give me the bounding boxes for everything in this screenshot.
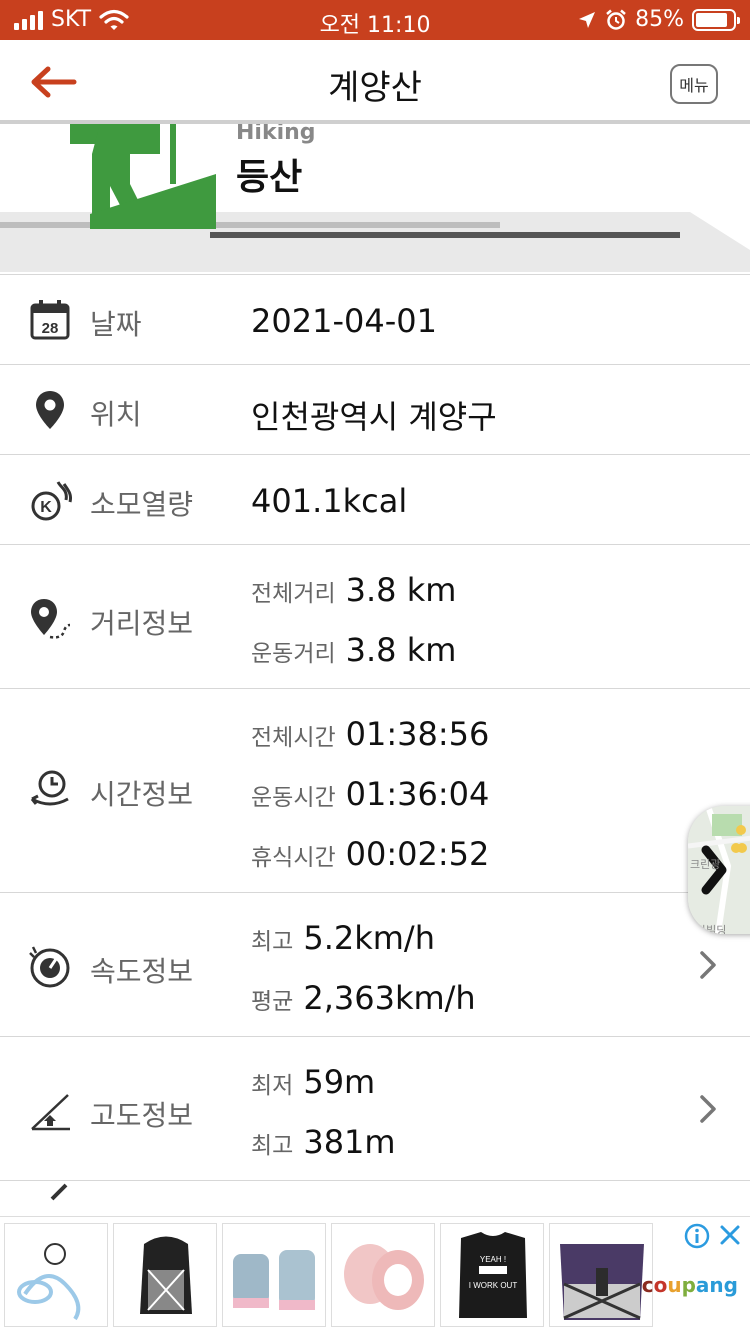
- date-value: 2021-04-01: [251, 302, 437, 340]
- alarm-icon: [606, 9, 626, 30]
- location-arrow-icon: [579, 11, 596, 28]
- svg-text:28: 28: [42, 320, 59, 337]
- hiker-icon: [70, 124, 216, 229]
- min-altitude: 최저 59m: [251, 1063, 375, 1101]
- partial-row-icon: [50, 1183, 68, 1201]
- avg-speed: 평균 2,363km/h: [251, 979, 476, 1017]
- calories-label: 소모열량: [90, 488, 194, 521]
- chevron-right-icon[interactable]: [696, 947, 720, 983]
- rest-time-key: 휴식시간: [251, 845, 336, 871]
- location-pin-icon: [36, 391, 64, 429]
- svg-text:K: K: [40, 499, 52, 516]
- speed-row[interactable]: 속도정보 최고 5.2km/h 평균 2,363km/h: [0, 892, 750, 1036]
- exercise-distance-key: 운동거리: [251, 641, 336, 667]
- info-list: 28 날짜 2021-04-01 위치 인천광역시 계양구 K 소모열량 401…: [0, 274, 750, 1220]
- time-row: 시간정보 전체시간 01:38:56 운동시간 01:36:04 휴식시간 00…: [0, 688, 750, 892]
- page-title: 계양산: [328, 68, 422, 108]
- date-row: 28 날짜 2021-04-01: [0, 274, 750, 364]
- rest-time: 휴식시간 00:02:52: [251, 835, 489, 873]
- status-bar: SKT 오전 11:10 85%: [0, 0, 750, 40]
- distance-pin-icon: [31, 599, 71, 639]
- ad-product-dog-shoes[interactable]: [222, 1223, 326, 1327]
- exercise-time-key: 운동시간: [251, 785, 336, 811]
- ad-product-purple-harness[interactable]: [549, 1223, 653, 1327]
- ad-product-black-harness[interactable]: [113, 1223, 217, 1327]
- activity-name-ko: 등산: [236, 157, 303, 198]
- status-right: 85%: [577, 7, 740, 32]
- ad-product-harness-leash[interactable]: [4, 1223, 108, 1327]
- total-time-key: 전체시간: [251, 725, 336, 751]
- exercise-distance: 운동거리 3.8 km: [251, 631, 456, 669]
- ad-product-dog-shirt[interactable]: YEAH ! I WORK OUT: [440, 1223, 544, 1327]
- activity-header: Hiking 등산: [0, 124, 750, 272]
- total-time: 전체시간 01:38:56: [251, 715, 489, 753]
- min-altitude-key: 최저: [251, 1073, 294, 1099]
- calories-row: K 소모열량 401.1kcal: [0, 454, 750, 544]
- avg-speed-key: 평균: [251, 989, 294, 1015]
- location-row: 위치 인천광역시 계양구: [0, 364, 750, 454]
- battery-icon: [692, 8, 740, 31]
- distance-label: 거리정보: [90, 607, 194, 640]
- location-label: 위치: [90, 398, 142, 431]
- exercise-distance-value: 3.8 km: [345, 631, 457, 669]
- ad-close-icon[interactable]: [718, 1223, 742, 1247]
- altitude-label: 고도정보: [90, 1099, 194, 1132]
- ad-brand-logo[interactable]: coupang: [642, 1273, 738, 1297]
- ad-info-icon[interactable]: [684, 1223, 710, 1249]
- total-distance-value: 3.8 km: [345, 571, 457, 609]
- activity-name-en: Hiking: [236, 124, 316, 145]
- battery-percent: 85%: [635, 7, 684, 32]
- calories-value: 401.1kcal: [251, 482, 408, 520]
- total-distance: 전체거리 3.8 km: [251, 571, 456, 609]
- stopwatch-icon: [30, 770, 69, 806]
- rest-time-value: 00:02:52: [345, 835, 490, 873]
- menu-button[interactable]: 메뉴: [670, 64, 718, 104]
- max-altitude-key: 최고: [251, 1133, 294, 1159]
- max-speed-value: 5.2km/h: [303, 919, 435, 957]
- total-distance-key: 전체거리: [251, 581, 336, 607]
- svg-text:YEAH !: YEAH !: [480, 1255, 506, 1264]
- altitude-slope-icon: [31, 1094, 70, 1131]
- partial-row: [0, 1180, 750, 1220]
- ad-product-pink-hats[interactable]: [331, 1223, 435, 1327]
- distance-row: 거리정보 전체거리 3.8 km 운동거리 3.8 km: [0, 544, 750, 688]
- location-value: 인천광역시 계양구: [251, 398, 497, 436]
- max-speed-key: 최고: [251, 929, 294, 955]
- avg-speed-value: 2,363km/h: [303, 979, 476, 1017]
- calendar-icon: 28: [30, 300, 70, 340]
- speedometer-icon: [29, 946, 70, 988]
- time-label: 시간정보: [90, 778, 194, 811]
- altitude-row[interactable]: 고도정보 최저 59m 최고 381m: [0, 1036, 750, 1180]
- ad-banner[interactable]: YEAH ! I WORK OUT coupang: [0, 1216, 750, 1334]
- exercise-time-value: 01:36:04: [345, 775, 490, 813]
- total-time-value: 01:38:56: [345, 715, 490, 753]
- max-altitude: 최고 381m: [251, 1123, 396, 1161]
- max-altitude-value: 381m: [303, 1123, 396, 1161]
- speed-label: 속도정보: [90, 955, 194, 988]
- chevron-right-icon[interactable]: [696, 1091, 720, 1127]
- map-toggle-button[interactable]: 크린광 라빌딩: [688, 806, 750, 934]
- svg-text:I WORK OUT: I WORK OUT: [469, 1281, 518, 1290]
- min-altitude-value: 59m: [303, 1063, 376, 1101]
- map-label-bottom: 라빌딩: [696, 924, 727, 934]
- calorie-flame-icon: K: [31, 481, 72, 521]
- map-label-top: 크린광: [690, 858, 721, 871]
- date-label: 날짜: [90, 308, 142, 341]
- nav-bar: 계양산 메뉴: [0, 40, 750, 124]
- exercise-time: 운동시간 01:36:04: [251, 775, 489, 813]
- max-speed: 최고 5.2km/h: [251, 919, 435, 957]
